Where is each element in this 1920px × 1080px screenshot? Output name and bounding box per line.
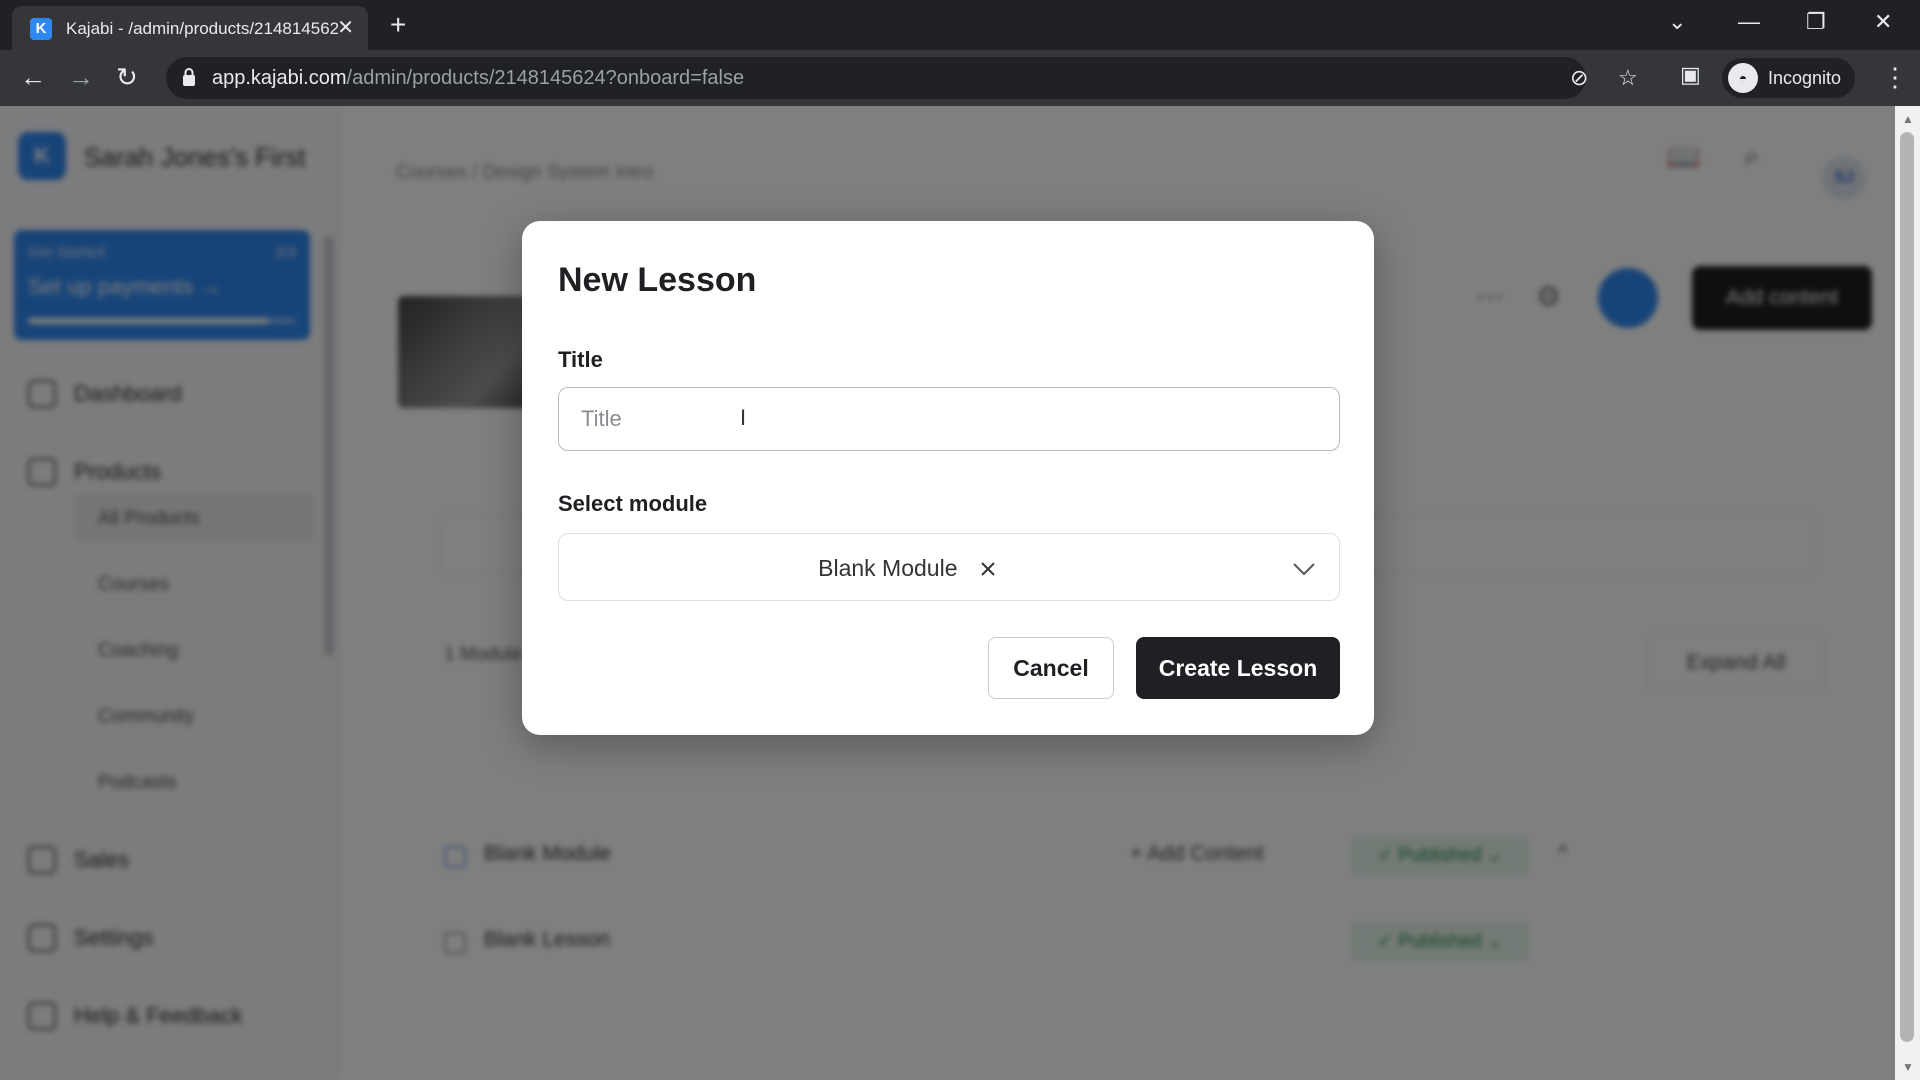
lock-icon [183, 68, 195, 86]
kajabi-favicon-icon: K [30, 18, 52, 40]
scroll-up-icon[interactable]: ▲ [1902, 112, 1914, 126]
restore-icon[interactable]: ❐ [1806, 8, 1826, 36]
scrollbar-thumb[interactable] [1900, 132, 1914, 1042]
forward-icon[interactable]: → [68, 62, 94, 92]
incognito-label: Incognito [1768, 67, 1842, 88]
side-panel-icon[interactable]: ▣ [1680, 62, 1701, 88]
tab-close-icon[interactable]: ✕ [337, 17, 354, 39]
text-cursor-icon: I [740, 405, 747, 430]
minimize-icon[interactable]: — [1738, 8, 1760, 36]
incognito-indicator[interactable]: ◓ Incognito [1722, 58, 1856, 98]
tab-search-icon[interactable]: ⌄ [1668, 8, 1686, 36]
cancel-button[interactable]: Cancel [988, 637, 1114, 699]
bookmark-star-icon[interactable]: ☆ [1618, 65, 1638, 91]
browser-toolbar: ← → ↻ app.kajabi.com/admin/products/2148… [0, 50, 1920, 106]
clear-selection-icon[interactable] [976, 557, 1000, 581]
module-field-label: Select module [558, 491, 708, 516]
new-tab-icon[interactable]: + [390, 10, 406, 40]
new-lesson-dialog: New Lesson Title I Select module Blank M… [522, 221, 1374, 735]
window-close-icon[interactable]: ✕ [1874, 8, 1892, 36]
page-scrollbar[interactable]: ▲ ▼ [1895, 106, 1920, 1080]
browser-menu-icon[interactable]: ⋮ [1882, 62, 1908, 93]
dialog-title: New Lesson [558, 261, 757, 299]
scroll-down-icon[interactable]: ▼ [1902, 1060, 1914, 1074]
incognito-icon: ◓ [1728, 63, 1758, 93]
module-select[interactable]: Blank Module [558, 533, 1340, 601]
tab-title: Kajabi - /admin/products/2148145624?onbo… [66, 19, 338, 38]
eye-off-icon[interactable]: ⊘ [1570, 65, 1588, 91]
selected-module: Blank Module [818, 555, 958, 582]
url-text: app.kajabi.com/admin/products/2148145624… [212, 67, 745, 89]
address-bar[interactable]: app.kajabi.com/admin/products/2148145624… [166, 57, 1638, 99]
title-field-label: Title [558, 347, 603, 372]
back-icon[interactable]: ← [20, 62, 46, 92]
chevron-down-icon[interactable] [1291, 556, 1317, 582]
create-lesson-button[interactable]: Create Lesson [1136, 637, 1340, 699]
browser-tab[interactable]: K Kajabi - /admin/products/2148145624?on… [12, 6, 368, 50]
lesson-title-input[interactable] [558, 387, 1340, 451]
browser-tabstrip: K Kajabi - /admin/products/2148145624?on… [0, 0, 1920, 50]
reload-icon[interactable]: ↻ [116, 62, 138, 92]
